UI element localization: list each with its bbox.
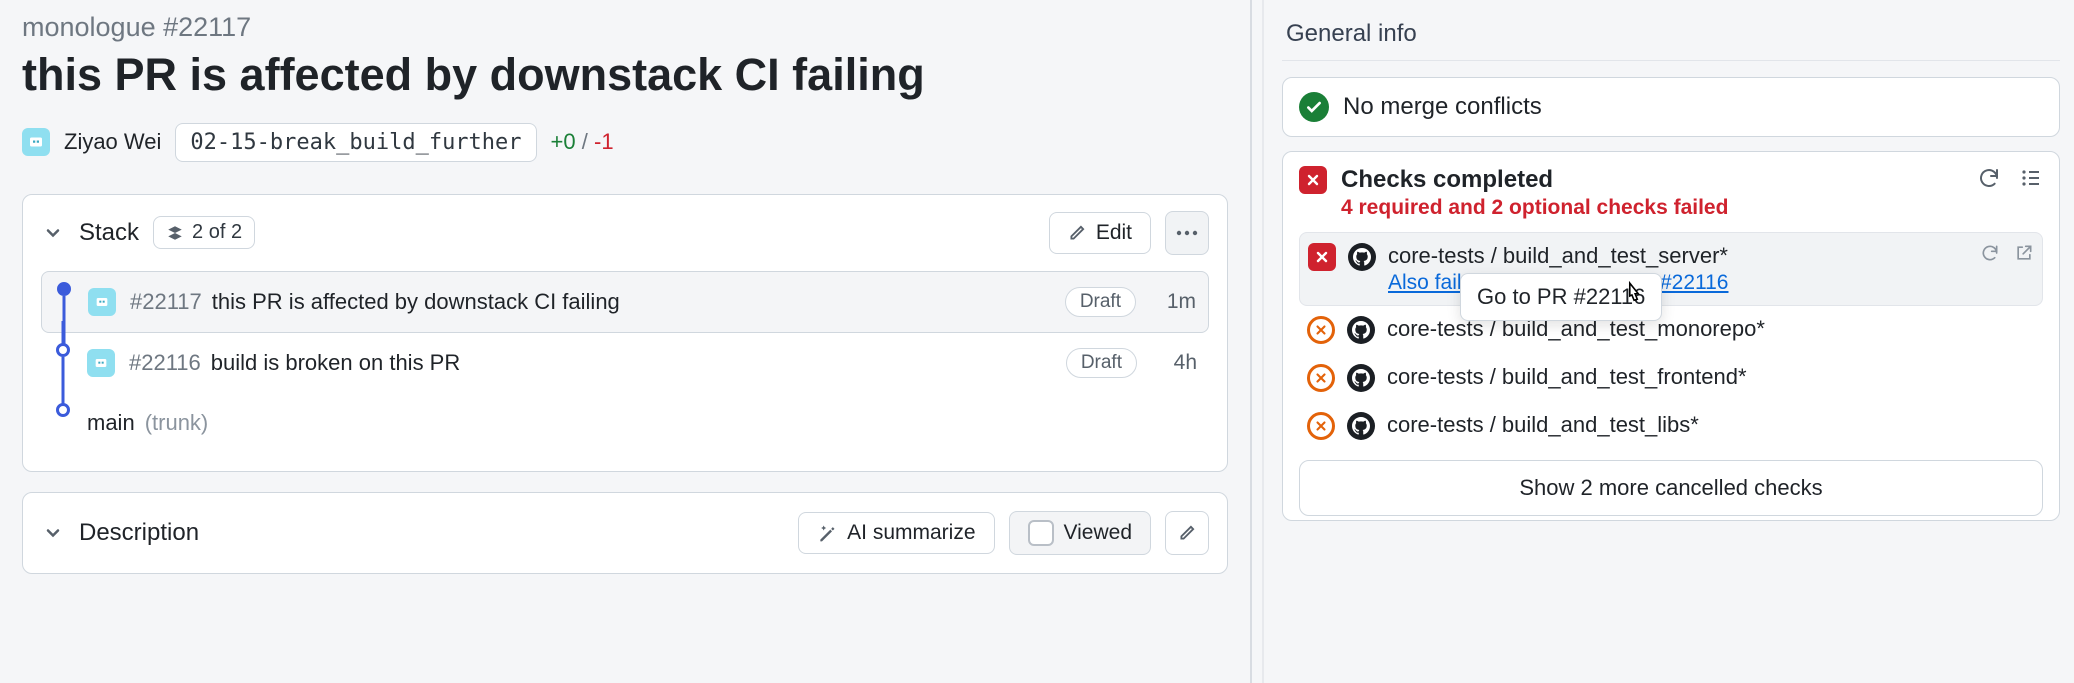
refresh-icon[interactable] [1980, 243, 2000, 263]
pr-row-title: this PR is affected by downstack CI fail… [212, 289, 620, 315]
stack-count-chip: 2 of 2 [153, 216, 255, 249]
cancelled-circle-icon [1307, 364, 1335, 392]
base-branch-name: main [87, 410, 135, 436]
show-more-checks-button[interactable]: Show 2 more cancelled checks [1299, 460, 2043, 516]
wand-icon [817, 523, 837, 543]
github-icon [1348, 243, 1376, 271]
check-name: core-tests / build_and_test_server* [1388, 243, 1968, 269]
graph-node-icon [56, 403, 70, 417]
pr-number: #22116 [129, 350, 201, 376]
list-icon[interactable] [2019, 166, 2043, 190]
check-item[interactable]: core-tests / build_and_test_libs* [1299, 402, 2043, 450]
stack-row[interactable]: #22116 build is broken on this PR Draft … [41, 333, 1209, 393]
checkbox-icon [1028, 520, 1054, 546]
pencil-icon [1068, 224, 1086, 242]
check-item[interactable]: core-tests / build_and_test_frontend* [1299, 354, 2043, 402]
check-item[interactable]: core-tests / build_and_test_monorepo* [1299, 306, 2043, 354]
draft-badge: Draft [1066, 348, 1137, 378]
viewed-toggle[interactable]: Viewed [1009, 511, 1152, 555]
chevron-down-icon[interactable] [41, 521, 65, 545]
check-name: core-tests / build_and_test_frontend* [1387, 364, 1747, 389]
x-box-icon [1299, 166, 1327, 194]
graph-node-icon [56, 343, 70, 357]
pr-number: #22117 [130, 289, 202, 315]
row-avatar [88, 288, 116, 316]
checks-title: Checks completed [1341, 166, 1963, 194]
trunk-label: (trunk) [145, 410, 209, 436]
description-panel: Description AI summarize Viewed [22, 492, 1228, 574]
graph-node-icon [57, 282, 71, 296]
stack-panel: Stack 2 of 2 Edit [22, 194, 1228, 472]
kebab-menu-button[interactable] [1165, 211, 1209, 255]
author-name[interactable]: Ziyao Wei [64, 129, 161, 155]
checks-card: Checks completed 4 required and 2 option… [1282, 151, 2060, 521]
row-age: 1m [1150, 290, 1196, 314]
row-avatar [87, 349, 115, 377]
pointer-cursor-icon [1620, 281, 1646, 311]
x-box-icon [1308, 243, 1336, 271]
branch-chip[interactable]: 02-15-break_build_further [175, 123, 536, 162]
github-icon [1347, 316, 1375, 344]
row-age: 4h [1151, 351, 1197, 375]
general-info-title: General info [1286, 20, 2060, 48]
stack-row-base[interactable]: main (trunk) [41, 393, 1209, 453]
stack-row[interactable]: #22117 this PR is affected by downstack … [41, 271, 1209, 333]
author-avatar[interactable] [22, 128, 50, 156]
pr-row-title: build is broken on this PR [211, 350, 460, 376]
stack-title: Stack [79, 219, 139, 247]
breadcrumb[interactable]: monologue #22117 [22, 12, 1228, 43]
draft-badge: Draft [1065, 287, 1136, 317]
chevron-down-icon[interactable] [41, 221, 65, 245]
divider [1282, 60, 2060, 61]
merge-conflicts-card: No merge conflicts [1282, 77, 2060, 137]
pr-title: this PR is affected by downstack CI fail… [22, 49, 1228, 101]
cancelled-circle-icon [1307, 316, 1335, 344]
github-icon [1347, 412, 1375, 440]
edit-stack-button[interactable]: Edit [1049, 212, 1151, 254]
diffstat: +0 / -1 [551, 129, 614, 155]
check-circle-icon [1299, 92, 1329, 122]
ai-summarize-button[interactable]: AI summarize [798, 512, 994, 554]
external-link-icon[interactable] [2014, 243, 2034, 263]
github-icon [1347, 364, 1375, 392]
checks-subtitle: 4 required and 2 optional checks failed [1341, 196, 1963, 220]
check-item[interactable]: core-tests / build_and_test_server* Also… [1299, 232, 2043, 306]
check-name: core-tests / build_and_test_libs* [1387, 412, 1699, 437]
description-title: Description [79, 519, 199, 547]
edit-description-button[interactable] [1165, 511, 1209, 555]
merge-status-text: No merge conflicts [1343, 93, 1542, 121]
cancelled-circle-icon [1307, 412, 1335, 440]
refresh-icon[interactable] [1977, 166, 2001, 190]
stack-icon [166, 224, 184, 242]
